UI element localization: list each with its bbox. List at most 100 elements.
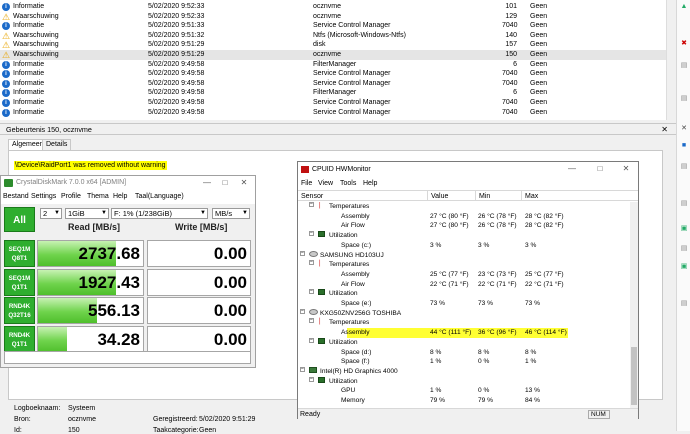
sensor-row[interactable]: Assembly 25 °C (77 °F) 23 °C (73 °F) 25 °C …: [298, 270, 630, 280]
collapse-toggle-icon[interactable]: −: [309, 260, 314, 266]
close-icon[interactable]: ✕: [236, 176, 252, 190]
sensor-row[interactable]: Assembly 27 °C (80 °F) 26 °C (78 °F) 28 °C …: [298, 212, 630, 222]
close-icon[interactable]: ✕: [661, 124, 668, 135]
col-max[interactable]: Max: [521, 191, 538, 201]
sensor-row[interactable]: − KXG50ZNV256G TOSHIBA: [298, 308, 630, 319]
menu-settings[interactable]: Settings: [31, 191, 56, 203]
collapse-toggle-icon[interactable]: −: [309, 289, 314, 295]
collapse-toggle-icon[interactable]: −: [309, 318, 314, 324]
col-sensor[interactable]: Sensor: [298, 191, 323, 201]
action-icon[interactable]: ▤: [680, 163, 688, 171]
action-icon[interactable]: ✖: [680, 40, 688, 48]
event-row[interactable]: ⚠ Waarschuwing 5/02/2020 9:52:33 ocznvme 129…: [0, 12, 666, 22]
menu-thema[interactable]: Thema: [87, 191, 109, 203]
all-button[interactable]: All: [4, 207, 35, 232]
close-icon[interactable]: ✕: [618, 162, 634, 176]
action-icon[interactable]: ■: [680, 142, 688, 150]
collapse-toggle-icon[interactable]: −: [309, 337, 314, 343]
collapse-toggle-icon[interactable]: −: [300, 308, 305, 314]
event-list[interactable]: i Informatie 5/02/2020 9:52:33 ocznvme 101 Ge…: [0, 0, 666, 120]
sensor-row[interactable]: − ∣ Temperatures: [298, 260, 630, 270]
action-icon[interactable]: ▤: [680, 300, 688, 308]
collapse-toggle-icon[interactable]: −: [309, 376, 314, 382]
sensor-row[interactable]: Assembly 44 °C (111 °F) 36 °C (96 °F) 46 °C…: [298, 328, 630, 338]
action-icon[interactable]: ▲: [680, 3, 688, 11]
write-result: 0.00: [147, 325, 251, 353]
action-icon[interactable]: ▣: [680, 225, 688, 233]
unit-select[interactable]: MB/s ▼: [212, 208, 250, 219]
sensor-row[interactable]: − Utilization: [298, 231, 630, 241]
event-category: Geen: [530, 60, 548, 68]
tab-details[interactable]: Details: [42, 139, 72, 150]
comment-input[interactable]: [4, 351, 251, 364]
test-button[interactable]: SEQ1M Q8T1: [4, 240, 35, 267]
sensor-row[interactable]: − ∣ Temperatures: [298, 202, 630, 212]
status-text: Ready: [300, 411, 321, 418]
collapse-toggle-icon[interactable]: −: [309, 202, 314, 207]
menu-tools[interactable]: Tools: [340, 178, 356, 189]
maximize-icon[interactable]: □: [592, 162, 608, 176]
sensor-row[interactable]: Space (c:) 3 % 3 % 3 %: [298, 241, 630, 251]
event-row[interactable]: i Informatie 5/02/2020 9:49:58 Service Cont…: [0, 98, 666, 108]
maximize-icon[interactable]: □: [217, 176, 233, 190]
sensor-row[interactable]: − Utilization: [298, 337, 630, 348]
sensor-row[interactable]: − ∣ Temperatures: [298, 318, 630, 328]
minimize-icon[interactable]: —: [199, 176, 215, 190]
event-row[interactable]: ⚠ Waarschuwing 5/02/2020 9:51:29 disk 157 Gee…: [0, 40, 666, 50]
scroll-thumb[interactable]: [631, 347, 637, 405]
menu-view[interactable]: View: [318, 178, 333, 189]
hwm-sensor-tree[interactable]: − ∣ Temperatures Assembly 27 °C (80 °F) 26 °C…: [298, 202, 630, 408]
event-row[interactable]: i Informatie 5/02/2020 9:52:33 ocznvme 101 Ge…: [0, 2, 666, 12]
action-icon[interactable]: ▣: [680, 263, 688, 271]
menu-help[interactable]: Help: [363, 178, 377, 189]
minimize-icon[interactable]: —: [564, 162, 580, 176]
event-list-scrollbar[interactable]: [666, 0, 676, 120]
close-icon[interactable]: ✕: [680, 125, 688, 133]
action-icon[interactable]: ▤: [680, 95, 688, 103]
event-row[interactable]: ⚠ Waarschuwing 5/02/2020 9:51:32 Ntfs (Micr…: [0, 31, 666, 41]
event-id: 6: [513, 89, 517, 97]
sensor-row[interactable]: − Utilization: [298, 376, 630, 387]
event-row[interactable]: i Informatie 5/02/2020 9:49:58 Service Cont…: [0, 79, 666, 89]
menu-help[interactable]: Help: [113, 191, 127, 203]
action-icon[interactable]: ▤: [680, 200, 688, 208]
test-button[interactable]: RND4K Q1T1: [4, 325, 35, 353]
action-icon[interactable]: ▤: [680, 245, 688, 253]
sensor-row[interactable]: Space (e:) 73 % 73 % 73 %: [298, 299, 630, 309]
event-row[interactable]: i Informatie 5/02/2020 9:49:58 Service Cont…: [0, 69, 666, 79]
sensor-row[interactable]: GPU 1 % 0 % 13 %: [298, 386, 630, 396]
drive-select[interactable]: F: 1% (1/238GiB) ▼: [111, 208, 208, 219]
sensor-row[interactable]: Memory 79 % 79 % 84 %: [298, 396, 630, 406]
col-value[interactable]: Value: [427, 191, 448, 201]
count-select[interactable]: 2 ▼: [40, 208, 62, 219]
test-button[interactable]: SEQ1M Q1T1: [4, 268, 35, 296]
sensor-row[interactable]: − SAMSUNG HD103UJ: [298, 250, 630, 261]
action-icon[interactable]: ▤: [680, 62, 688, 70]
menu-bestand[interactable]: Bestand: [3, 191, 29, 203]
sensor-row[interactable]: Space (f:) 1 % 0 % 1 %: [298, 357, 630, 367]
col-min[interactable]: Min: [475, 191, 490, 201]
hwm-scrollbar[interactable]: [630, 202, 638, 408]
event-row[interactable]: i Informatie 5/02/2020 9:49:58 FilterManage…: [0, 60, 666, 70]
event-row[interactable]: i Informatie 5/02/2020 9:49:58 Service Cont…: [0, 108, 666, 118]
sensor-row[interactable]: Space (d:) 8 % 8 % 8 %: [298, 348, 630, 358]
event-row[interactable]: ⚠ Waarschuwing 5/02/2020 9:51:29 ocznvme 150…: [0, 50, 666, 60]
read-result: 556.13: [37, 297, 144, 324]
collapse-toggle-icon[interactable]: −: [309, 231, 314, 237]
event-row[interactable]: i Informatie 5/02/2020 9:49:58 FilterManage…: [0, 88, 666, 98]
cdm-titlebar[interactable]: CrystalDiskMark 7.0.0 x64 [ADMIN] — □ ✕: [1, 176, 255, 190]
event-source: Service Control Manager: [313, 70, 391, 78]
menu-language[interactable]: Taal(Language): [135, 191, 184, 203]
hwm-titlebar[interactable]: CPUID HWMonitor — □ ✕: [298, 162, 638, 177]
menu-file[interactable]: File: [301, 178, 312, 189]
collapse-toggle-icon[interactable]: −: [300, 366, 305, 372]
sensor-row[interactable]: Air Flow 22 °C (71 °F) 22 °C (71 °F) 22 °C …: [298, 280, 630, 290]
sensor-row[interactable]: − Intel(R) HD Graphics 4000: [298, 366, 630, 377]
sensor-row[interactable]: − Utilization: [298, 289, 630, 299]
sensor-row[interactable]: Air Flow 27 °C (80 °F) 26 °C (78 °F) 28 °C …: [298, 221, 630, 231]
menu-profile[interactable]: Profile: [61, 191, 81, 203]
event-row[interactable]: i Informatie 5/02/2020 9:51:33 Service Cont…: [0, 21, 666, 31]
test-button[interactable]: RND4K Q32T16: [4, 297, 35, 324]
size-select[interactable]: 1GiB ▼: [65, 208, 109, 219]
collapse-toggle-icon[interactable]: −: [300, 250, 305, 256]
